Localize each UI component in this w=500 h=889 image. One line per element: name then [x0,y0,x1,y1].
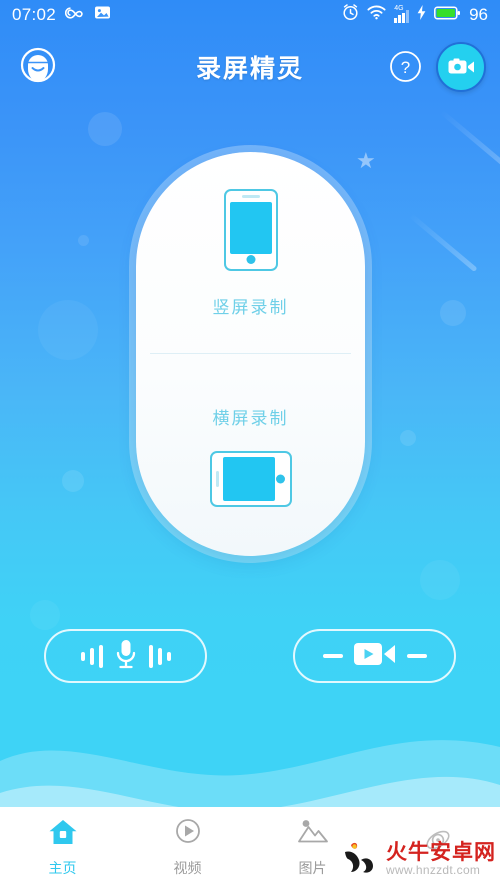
app-screen: ★ 07:02 4G 96 录屏精灵 ? 竖屏录制 横屏录制 主页 视频 图片 … [0,0,500,889]
bokeh-circle [38,300,98,360]
bokeh-circle [62,470,84,492]
bokeh-circle [88,112,122,146]
bokeh-circle [30,600,60,630]
home-icon [48,818,78,851]
bokeh-circle [400,430,416,446]
image-icon [94,5,111,25]
infinity-icon [65,5,85,25]
bokeh-circle [78,235,89,246]
dash-right-icon [406,654,427,658]
nav-item-home[interactable]: 主页 [0,807,125,889]
recording-mode-card: 竖屏录制 横屏录制 [136,152,365,556]
video-play-icon [353,639,397,674]
video-camera-icon[interactable] [436,42,486,92]
wifi-icon [367,5,386,25]
phone-landscape-icon [209,450,292,507]
audio-record-button[interactable] [44,629,207,683]
microphone-icon [113,638,139,675]
portrait-record-label: 竖屏录制 [212,297,289,317]
sound-wave-right-icon [148,642,171,670]
nav-label-images: 图片 [298,860,327,876]
headset-support-icon[interactable] [20,47,56,88]
battery-icon [434,5,461,25]
status-clock: 07:02 [12,5,57,24]
nav-item-video[interactable]: 视频 [125,807,250,889]
charging-icon [417,5,426,25]
rocket-discover-icon [422,828,454,861]
video-record-button[interactable] [293,629,456,683]
landscape-record-label: 横屏录制 [212,408,289,428]
nav-label-video: 视频 [173,860,202,876]
help-question-icon[interactable]: ? [389,50,422,88]
signal-icon: 4G [394,4,410,23]
photo-mountain-icon [297,818,329,851]
page-title: 录屏精灵 [195,55,304,83]
sound-wave-left-icon [80,642,103,670]
status-bar: 07:02 4G 96 [0,0,500,30]
bokeh-circle [440,300,466,326]
nav-item-images[interactable]: 图片 [250,807,375,889]
app-header: 录屏精灵 [0,34,500,100]
battery-percent: 96 [469,5,488,24]
alarm-icon [342,4,359,26]
bokeh-circle [420,560,460,600]
shooting-star-icon [408,212,478,273]
nav-label-home: 主页 [48,860,77,876]
bottom-navigation: 主页 视频 图片 [0,807,500,889]
nav-item-discover[interactable] [375,807,500,889]
shooting-star-icon [439,109,500,176]
svg-text:?: ? [401,58,410,77]
landscape-record-option[interactable]: 横屏录制 [136,354,365,556]
dash-left-icon [322,654,343,658]
portrait-record-option[interactable]: 竖屏录制 [136,152,365,354]
network-type-label: 4G [394,4,404,12]
play-circle-icon [173,818,203,851]
phone-portrait-icon [223,188,278,271]
